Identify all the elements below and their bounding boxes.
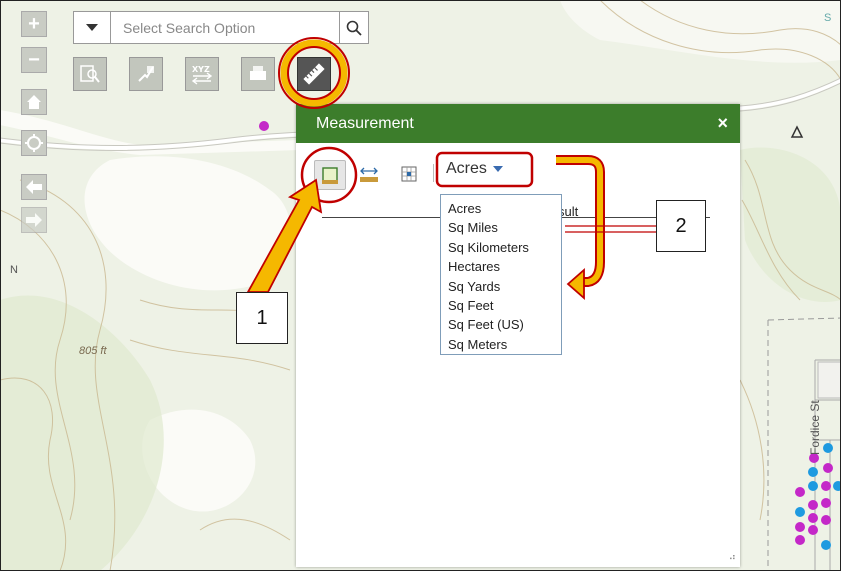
unit-option-hectares[interactable]: Hectares (441, 255, 561, 274)
dialog-header: Measurement × (296, 104, 740, 143)
layer-list-icon (138, 66, 154, 82)
arrow-right-icon (26, 213, 42, 227)
distance-tool-button[interactable] (354, 160, 384, 188)
callout-2: 2 (656, 200, 706, 252)
unit-option-sq-feet[interactable]: Sq Feet (441, 294, 561, 313)
unit-option-sq-yards[interactable]: Sq Yards (441, 275, 561, 294)
search-input[interactable]: Select Search Option (111, 20, 339, 36)
location-tool-button[interactable] (394, 160, 424, 188)
unit-option-sq-meters[interactable]: Sq Meters (441, 333, 561, 352)
layer-list-tool-button[interactable] (129, 57, 163, 91)
dialog-title: Measurement (316, 114, 414, 132)
identify-tool-button[interactable] (73, 57, 107, 91)
location-tool-icon (401, 166, 417, 182)
unit-option-sq-kilometers[interactable]: Sq Kilometers (441, 236, 561, 255)
unit-select[interactable]: Acres (446, 160, 503, 178)
unit-option-acres[interactable]: Acres (441, 197, 561, 216)
search-button[interactable] (339, 12, 368, 43)
street-label: Fordice St (808, 400, 822, 455)
next-extent-button[interactable] (21, 207, 47, 233)
home-icon (27, 95, 41, 109)
print-icon (250, 66, 266, 80)
area-tool-button[interactable] (314, 160, 346, 190)
search-bar: Select Search Option (73, 11, 369, 44)
locate-icon (25, 134, 43, 152)
identify-icon (80, 65, 100, 83)
toolbar-separator (433, 164, 434, 182)
area-tool-icon (322, 167, 338, 184)
unit-dropdown-menu: Acres Sq Miles Sq Kilometers Hectares Sq… (440, 194, 562, 356)
unit-selected-label: Acres (446, 160, 487, 177)
measurement-dialog: Measurement × Acres sult Acres Sq Miles … (296, 104, 740, 567)
elevation-label: 805 ft (79, 345, 107, 357)
map-edge-letter-s: S (824, 12, 832, 24)
zoom-in-button[interactable]: + (21, 11, 47, 37)
resize-grip-icon[interactable]: ⠴ (729, 552, 736, 563)
locate-button[interactable] (21, 130, 47, 156)
arrow-left-icon (26, 180, 42, 194)
caret-down-icon (492, 166, 503, 172)
unit-option-sq-miles[interactable]: Sq Miles (441, 216, 561, 235)
search-icon (346, 20, 362, 36)
coordinates-tool-button[interactable]: XYZ (185, 57, 219, 91)
measure-tool-button[interactable] (297, 57, 331, 91)
home-button[interactable] (21, 89, 47, 115)
map-edge-letter-n: N (10, 264, 18, 276)
callout-1: 1 (236, 292, 288, 344)
search-option-dropdown[interactable] (74, 12, 111, 43)
measure-ruler-icon (303, 63, 325, 85)
close-button[interactable]: × (717, 113, 728, 134)
caret-down-icon (86, 24, 98, 31)
print-tool-button[interactable] (241, 57, 275, 91)
unit-option-sq-feet-us[interactable]: Sq Feet (US) (441, 313, 561, 332)
coordinates-icon: XYZ (191, 65, 213, 85)
previous-extent-button[interactable] (21, 174, 47, 200)
distance-tool-icon (360, 167, 378, 182)
zoom-out-button[interactable]: − (21, 47, 47, 73)
